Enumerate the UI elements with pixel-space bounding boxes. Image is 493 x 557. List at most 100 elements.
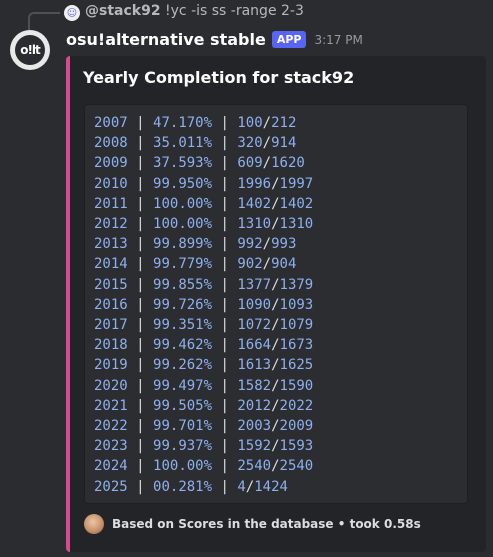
reply-author[interactable]: @stack92 bbox=[85, 3, 161, 19]
reply-preview[interactable]: @stack92 !yc -is ss -range 2-3 bbox=[85, 3, 304, 19]
completion-row: 2013 | 99.899% | 992/993 bbox=[94, 234, 458, 254]
column-separator: / bbox=[262, 236, 272, 253]
column-separator: | bbox=[136, 135, 145, 152]
column-separator: | bbox=[220, 155, 229, 172]
column-separator: | bbox=[136, 195, 145, 212]
column-separator: | bbox=[136, 377, 145, 394]
column-separator: | bbox=[220, 276, 229, 293]
column-separator: / bbox=[262, 256, 272, 273]
row-percent: 99.262% bbox=[153, 357, 213, 374]
row-done: 1582 bbox=[237, 377, 272, 394]
discord-clyde-icon[interactable]: ☺ bbox=[64, 5, 80, 21]
completion-row: 2021 | 99.505% | 2012/2022 bbox=[94, 396, 458, 416]
reply-content[interactable]: !yc -is ss -range 2-3 bbox=[165, 3, 304, 19]
column-separator: | bbox=[136, 276, 145, 293]
embed-card: Yearly Completion for stack92 2007 | 47.… bbox=[66, 56, 486, 552]
column-separator: | bbox=[136, 337, 145, 354]
completion-row: 2007 | 47.170% | 100/212 bbox=[94, 113, 458, 133]
bot-avatar-text: o!lt bbox=[15, 35, 45, 65]
column-separator: | bbox=[136, 175, 145, 192]
row-total: 1079 bbox=[279, 317, 314, 334]
column-separator: / bbox=[271, 317, 280, 334]
completion-row: 2020 | 99.497% | 1582/1590 bbox=[94, 376, 458, 396]
completion-row: 2022 | 99.701% | 2003/2009 bbox=[94, 416, 458, 436]
column-separator: / bbox=[271, 216, 280, 233]
column-separator: | bbox=[220, 135, 229, 152]
row-total: 1402 bbox=[279, 195, 314, 212]
column-separator: | bbox=[136, 216, 145, 233]
column-separator: | bbox=[220, 195, 229, 212]
row-done: 609 bbox=[237, 155, 263, 172]
column-separator: / bbox=[262, 155, 272, 172]
column-separator: | bbox=[136, 438, 145, 455]
column-separator: | bbox=[136, 155, 145, 172]
row-total: 2022 bbox=[279, 397, 314, 414]
column-separator: / bbox=[271, 458, 280, 475]
message-timestamp[interactable]: 3:17 PM bbox=[314, 33, 362, 47]
column-separator: | bbox=[136, 478, 145, 495]
row-year: 2022 bbox=[94, 418, 128, 435]
completion-row: 2024 | 100.00% | 2540/2540 bbox=[94, 456, 458, 476]
column-separator: / bbox=[271, 276, 280, 293]
row-done: 2012 bbox=[237, 397, 272, 414]
row-done: 1377 bbox=[237, 276, 272, 293]
row-percent: 99.855% bbox=[153, 276, 213, 293]
column-separator: | bbox=[220, 216, 229, 233]
user-avatar-icon bbox=[84, 514, 104, 534]
column-separator: / bbox=[271, 357, 280, 374]
completion-row: 2015 | 99.855% | 1377/1379 bbox=[94, 275, 458, 295]
row-total: 993 bbox=[271, 236, 297, 253]
row-total: 212 bbox=[271, 115, 297, 131]
column-separator: | bbox=[220, 256, 229, 273]
completion-row: 2018 | 99.462% | 1664/1673 bbox=[94, 335, 458, 355]
column-separator: | bbox=[136, 236, 145, 253]
column-separator: / bbox=[271, 296, 280, 313]
completion-row: 2011 | 100.00% | 1402/1402 bbox=[94, 194, 458, 214]
column-separator: | bbox=[136, 418, 145, 435]
row-total: 1620 bbox=[271, 155, 305, 172]
column-separator: | bbox=[220, 397, 229, 414]
row-percent: 99.937% bbox=[153, 438, 213, 455]
row-total: 1593 bbox=[279, 438, 314, 455]
row-year: 2023 bbox=[94, 438, 128, 455]
column-separator: / bbox=[271, 438, 280, 455]
row-percent: 100.00% bbox=[153, 216, 213, 233]
column-separator: | bbox=[136, 357, 145, 374]
bot-avatar[interactable]: o!lt bbox=[10, 30, 50, 70]
column-separator: / bbox=[271, 418, 280, 435]
row-done: 1592 bbox=[237, 438, 272, 455]
embed-footer: Based on Scores in the database • took 0… bbox=[84, 514, 421, 534]
row-total: 2009 bbox=[279, 418, 314, 435]
row-total: 1625 bbox=[279, 357, 314, 374]
column-separator: / bbox=[271, 195, 280, 212]
row-total: 1997 bbox=[279, 175, 314, 192]
row-year: 2010 bbox=[94, 175, 128, 192]
completion-row: 2017 | 99.351% | 1072/1079 bbox=[94, 315, 458, 335]
row-percent: 00.281% bbox=[153, 478, 213, 495]
row-year: 2017 bbox=[94, 317, 128, 334]
completion-row: 2008 | 35.011% | 320/914 bbox=[94, 133, 458, 153]
row-year: 2020 bbox=[94, 377, 128, 394]
row-year: 2014 bbox=[94, 256, 128, 273]
row-percent: 99.779% bbox=[153, 256, 213, 273]
row-percent: 100.00% bbox=[153, 458, 213, 475]
row-year: 2013 bbox=[94, 236, 128, 253]
row-done: 1090 bbox=[237, 296, 272, 313]
footer-text: Based on Scores in the database • took 0… bbox=[112, 517, 421, 531]
column-separator: | bbox=[136, 458, 145, 475]
row-percent: 99.462% bbox=[153, 337, 213, 354]
row-year: 2009 bbox=[94, 155, 128, 172]
column-separator: | bbox=[136, 256, 145, 273]
completion-row: 2016 | 99.726% | 1090/1093 bbox=[94, 295, 458, 315]
column-separator: | bbox=[220, 317, 229, 334]
row-done: 1310 bbox=[237, 216, 272, 233]
completion-row: 2014 | 99.779% | 902/904 bbox=[94, 254, 458, 274]
bot-username[interactable]: osu!alternative stable bbox=[66, 30, 266, 49]
row-percent: 99.701% bbox=[153, 418, 213, 435]
row-year: 2007 bbox=[94, 115, 128, 131]
row-percent: 35.011% bbox=[153, 135, 213, 152]
row-total: 914 bbox=[271, 135, 297, 152]
app-badge: APP bbox=[271, 31, 307, 48]
column-separator: | bbox=[220, 337, 229, 354]
column-separator: | bbox=[136, 317, 145, 334]
